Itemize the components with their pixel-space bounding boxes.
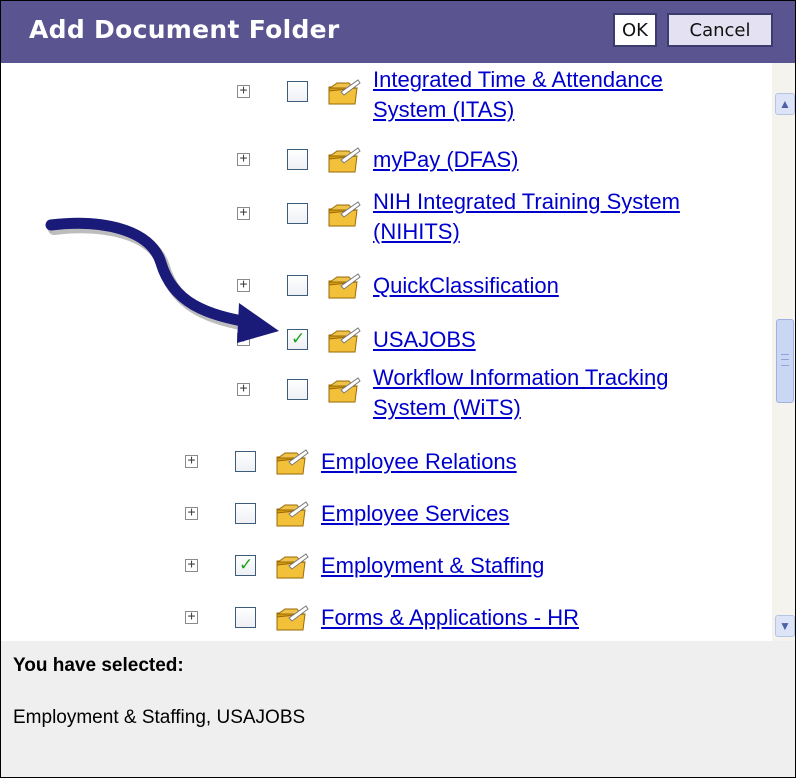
expand-icon[interactable]: + (185, 558, 198, 572)
folder-link-line: Employee Services (321, 501, 510, 526)
folder-icon (327, 273, 361, 301)
folder-link-line: Workflow Information Tracking (373, 365, 669, 390)
tree-item: + Forms & Applications - HR (185, 603, 771, 637)
folder-link-line: Forms & Applications - HR (321, 605, 579, 630)
chevron-up-icon: ▲ (779, 97, 791, 111)
folder-link-line: myPay (DFAS) (373, 147, 519, 172)
add-document-folder-dialog: Add Document Folder OK Cancel + Integrat… (0, 0, 796, 778)
tree-item: + Employee Services (185, 499, 771, 533)
folder-link-line: USAJOBS (373, 327, 476, 352)
folder-icon (327, 147, 361, 175)
ok-button[interactable]: OK (613, 13, 657, 47)
expand-icon[interactable]: + (237, 382, 250, 396)
folder-link[interactable]: USAJOBS (373, 325, 476, 355)
scroll-thumb[interactable] (776, 319, 794, 403)
folder-link-line: System (ITAS) (373, 97, 515, 122)
checkmark-icon: ✓ (239, 555, 254, 575)
folder-link[interactable]: Employee Services (321, 499, 509, 529)
folder-icon (275, 553, 309, 581)
folder-checkbox[interactable] (235, 607, 256, 628)
folder-link-line: QuickClassification (373, 273, 559, 298)
selection-panel: You have selected: Employment & Staffing… (1, 641, 795, 777)
folder-link-line: System (WiTS) (373, 395, 521, 420)
folder-icon (275, 449, 309, 477)
folder-link-line: Employee Relations (321, 449, 517, 474)
folder-link[interactable]: NIH Integrated Training System (NIHITS) (373, 187, 680, 247)
folder-checkbox[interactable] (287, 379, 308, 400)
grip-icon (781, 354, 789, 366)
folder-checkbox[interactable]: ✓ (235, 555, 256, 576)
folder-icon (275, 605, 309, 633)
chevron-down-icon: ▼ (779, 619, 791, 633)
folder-link[interactable]: Employment & Staffing (321, 551, 544, 581)
scroll-down-button[interactable]: ▼ (775, 615, 795, 637)
expand-icon[interactable]: + (185, 454, 198, 468)
tree-scrollbar[interactable]: ▲ ▼ (772, 63, 795, 641)
folder-icon (275, 501, 309, 529)
folder-icon (327, 79, 361, 107)
folder-link[interactable]: Forms & Applications - HR (321, 603, 579, 633)
tree-item: + Employee Relations (185, 447, 771, 481)
expand-icon[interactable]: + (185, 506, 198, 520)
cancel-button[interactable]: Cancel (667, 13, 773, 47)
expand-icon[interactable]: + (185, 610, 198, 624)
annotation-arrow-icon (45, 217, 279, 343)
selection-value: Employment & Staffing, USAJOBS (13, 707, 306, 728)
folder-link-line: Integrated Time & Attendance (373, 67, 663, 92)
folder-link[interactable]: myPay (DFAS) (373, 145, 518, 175)
folder-link[interactable]: QuickClassification (373, 271, 559, 301)
folder-icon (327, 377, 361, 405)
folder-icon (327, 201, 361, 229)
folder-link-line: (NIHITS) (373, 219, 460, 244)
folder-icon (327, 327, 361, 355)
folder-link-line: Employment & Staffing (321, 553, 545, 578)
folder-link-line: NIH Integrated Training System (373, 189, 680, 214)
folder-checkbox[interactable] (235, 451, 256, 472)
tree-item: + ✓ Employment & Staffing (185, 551, 771, 585)
folder-link[interactable]: Workflow Information Tracking System (WiT… (373, 363, 668, 423)
scroll-up-button[interactable]: ▲ (775, 93, 795, 115)
selection-heading: You have selected: (13, 655, 184, 676)
folder-link[interactable]: Integrated Time & Attendance System (ITAS… (373, 65, 663, 125)
folder-link[interactable]: Employee Relations (321, 447, 517, 477)
folder-checkbox[interactable] (235, 503, 256, 524)
